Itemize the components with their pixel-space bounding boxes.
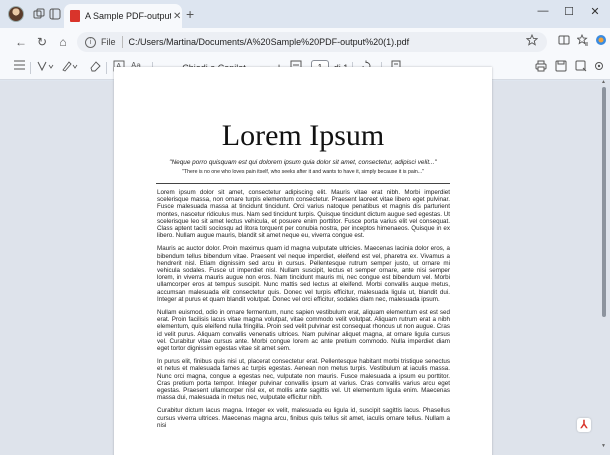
paragraph: Nullam euismod, odio in ornare fermentum…: [157, 309, 450, 353]
paragraph: In purus elit, finibus quis nisi ut, pla…: [157, 358, 450, 402]
scroll-thumb[interactable]: [602, 87, 606, 317]
english-quote: "There is no one who loves pain itself, …: [182, 169, 424, 175]
minimize-button[interactable]: —: [534, 5, 552, 17]
address-url[interactable]: C:/Users/Martina/Documents/A%20Sample%20…: [129, 37, 410, 47]
home-button[interactable]: ⌂: [55, 34, 71, 50]
highlight-icon[interactable]: [36, 60, 56, 76]
print-icon[interactable]: [534, 60, 548, 76]
tab-title: A Sample PDF-output (1).pdf: [85, 11, 171, 21]
tab-strip: A Sample PDF-output (1).pdf ✕ + — ☐ ✕: [0, 0, 610, 28]
address-bar[interactable]: i File C:/Users/Martina/Documents/A%20Sa…: [77, 32, 547, 52]
scroll-up-arrow-icon[interactable]: ▲: [601, 79, 606, 85]
latin-quote: "Neque porro quisquam est qui dolorem ip…: [169, 159, 437, 166]
pdf-settings-icon[interactable]: [592, 60, 606, 76]
document-title: Lorem Ipsum: [221, 119, 385, 152]
tab-actions-icon[interactable]: [48, 7, 62, 21]
new-tab-button[interactable]: +: [186, 6, 194, 22]
back-button[interactable]: ←: [13, 34, 29, 50]
copilot-icon[interactable]: [593, 34, 609, 50]
save-as-icon[interactable]: [574, 60, 588, 76]
address-divider: [121, 36, 123, 48]
eraser-icon[interactable]: [88, 60, 102, 76]
pdf-viewer[interactable]: Lorem Ipsum "Neque porro quisquam est qu…: [0, 67, 610, 455]
horizontal-rule: [156, 183, 450, 184]
tab-pdf[interactable]: A Sample PDF-output (1).pdf ✕: [64, 4, 182, 28]
paragraph: Curabitur dictum lacus magna. Integer ex…: [157, 407, 450, 429]
contents-icon[interactable]: [12, 60, 26, 76]
pdf-file-icon: [70, 10, 80, 22]
draw-icon[interactable]: [60, 60, 80, 76]
scroll-down-arrow-icon[interactable]: ▼: [601, 443, 606, 449]
reload-button[interactable]: ↻: [34, 34, 50, 50]
maximize-button[interactable]: ☐: [560, 5, 578, 18]
navigation-bar: ← ↻ ⌂ i File C:/Users/Martina/Documents/…: [0, 28, 610, 56]
profile-avatar[interactable]: [8, 6, 24, 22]
workspaces-icon[interactable]: [32, 7, 46, 21]
pdf-page: Lorem Ipsum "Neque porro quisquam est qu…: [114, 67, 492, 455]
info-icon[interactable]: i: [85, 36, 96, 48]
paragraph: Mauris ac auctor dolor. Proin maximus qu…: [157, 245, 450, 303]
favorites-icon[interactable]: [575, 33, 591, 50]
vertical-scrollbar[interactable]: ▲ ▼: [600, 79, 608, 455]
toolbar-divider: [106, 62, 107, 74]
split-screen-icon[interactable]: [556, 34, 572, 50]
paragraph: Lorem ipsum dolor sit amet, consectetur …: [157, 189, 450, 240]
favorite-star-icon[interactable]: [524, 33, 540, 50]
address-scheme-label: File: [101, 37, 116, 47]
document-body: Lorem ipsum dolor sit amet, consectetur …: [157, 189, 450, 435]
window-close-button[interactable]: ✕: [586, 5, 604, 18]
save-icon[interactable]: [554, 60, 568, 76]
tab-close-button[interactable]: ✕: [173, 11, 181, 22]
acrobat-icon[interactable]: ⅄: [577, 418, 591, 432]
toolbar-divider: [30, 62, 31, 74]
